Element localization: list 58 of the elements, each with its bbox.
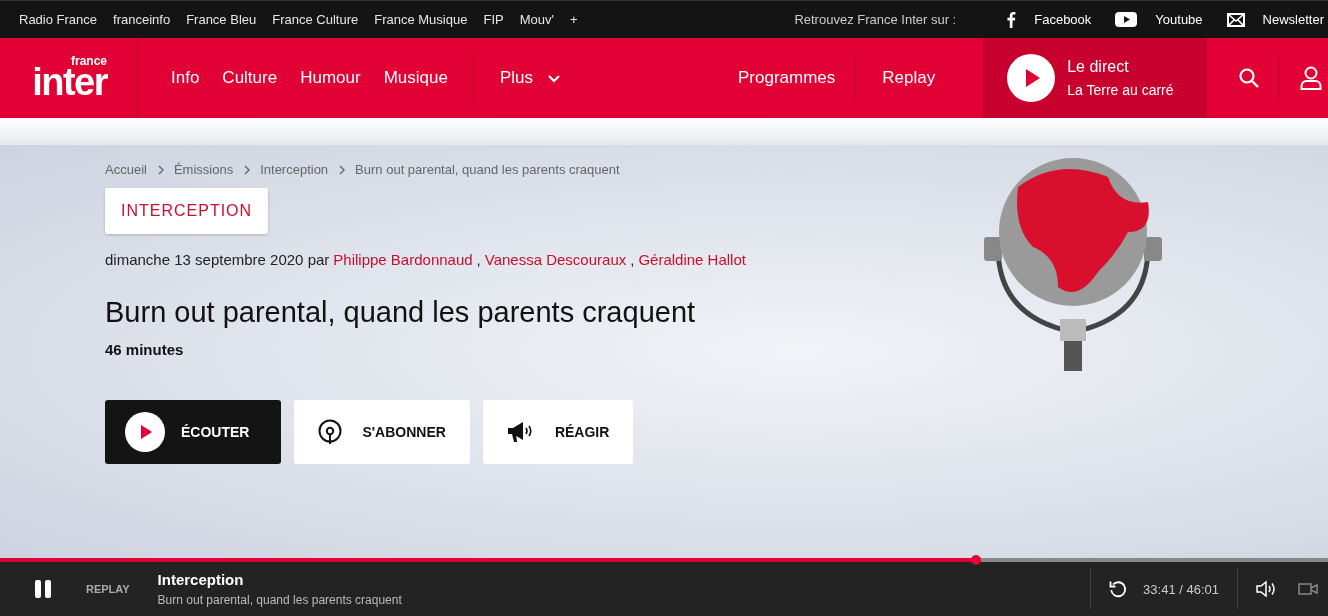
nav-link[interactable]: Humour [300,68,384,88]
duration: 46 minutes [105,341,185,358]
breadcrumb-link[interactable]: Interception [260,162,329,177]
progress-handle[interactable] [971,555,982,565]
nav-link[interactable]: Musique [383,68,471,88]
station-link[interactable]: FIP [483,12,504,27]
player-episode: Burn out parental, quand les parents craquent [157,593,403,607]
mode-label: REPLAY [86,583,130,595]
play-icon [1007,54,1056,102]
author-link[interactable]: Géraldine Hallot [638,251,746,268]
facebook-icon [1006,11,1017,28]
social-link[interactable]: Facebook [1006,11,1092,28]
react-button[interactable]: RÉAGIR [482,400,634,464]
author-link[interactable]: Philippe Bardonnaud [333,251,473,268]
breadcrumb-link[interactable]: Émissions [173,162,234,177]
chevron-down-icon [547,73,561,83]
nav-link[interactable]: Culture [222,68,301,88]
search-icon[interactable] [1239,68,1260,88]
player-show: Interception [157,571,245,588]
social-link[interactable]: Newsletter [1226,12,1324,27]
station-link[interactable]: France Bleu [186,12,257,27]
nav-link[interactable]: Info [171,68,223,88]
pause-icon [34,579,52,599]
video-icon[interactable] [1298,582,1318,596]
chevron-right-icon [157,164,164,175]
show-tag[interactable]: INTERCEPTION [105,188,269,234]
station-link[interactable]: franceinfo [113,12,171,27]
nav-link[interactable]: Replay [882,68,936,88]
chevron-right-icon [339,164,346,175]
listen-button[interactable]: ÉCOUTER [105,400,282,464]
episode-title: Burn out parental, quand les parents craquent [105,296,697,329]
volume-icon[interactable] [1256,580,1278,598]
replay-icon[interactable] [1109,580,1128,598]
station-link[interactable]: France Musique [374,12,468,27]
mail-icon [1226,12,1245,27]
byline-date: dimanche 13 septembre 2020 par [105,251,330,268]
chevron-right-icon [244,164,251,175]
subscribe-button[interactable]: S'ABONNER [294,400,470,464]
station-link[interactable]: + [569,12,578,27]
station-link[interactable]: France Culture [272,12,359,27]
station-link[interactable]: Mouv' [519,12,554,27]
podcast-icon [318,419,343,445]
progress-track[interactable] [0,558,1328,562]
youtube-icon [1115,12,1138,27]
separator-comma: , [476,251,481,268]
separator-comma: , [630,251,635,268]
station-link[interactable]: Radio France [19,12,98,27]
play-icon [125,412,165,452]
breadcrumb-link[interactable]: Burn out parental, quand les parents craquent [355,162,620,177]
author-link[interactable]: Vanessa Descouraux [484,251,627,268]
user-icon[interactable] [1300,66,1323,90]
live-button[interactable]: Le direct La Terre au carré [983,38,1208,118]
breadcrumb-link[interactable]: Accueil [105,162,147,177]
social-link[interactable]: Youtube [1115,12,1203,27]
nav-link[interactable]: Programmes [738,68,836,88]
more-menu[interactable]: Plus [499,68,585,88]
follow-label: Retrouvez France Inter sur : [794,12,957,27]
time-display: 33:41 / 46:01 [1143,581,1219,597]
